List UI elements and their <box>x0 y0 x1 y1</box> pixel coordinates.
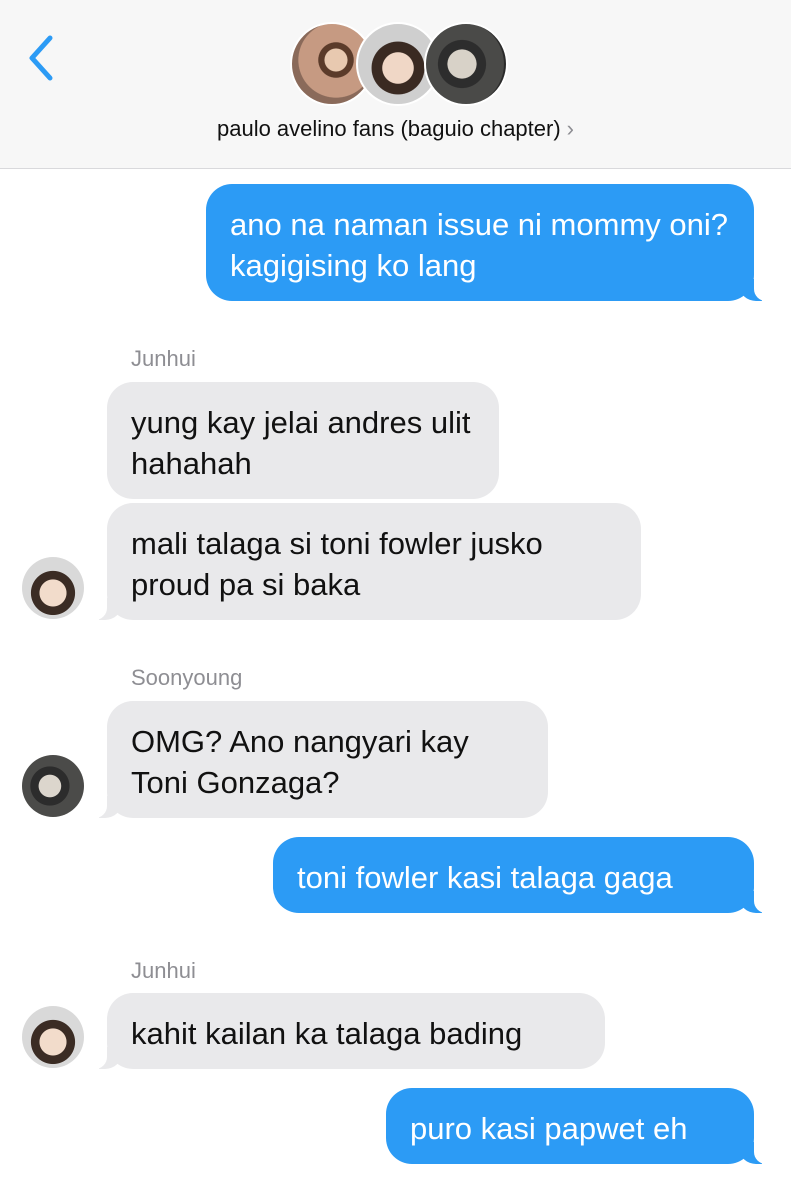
message-bubble-incoming[interactable]: yung kay jelai andres ulit hahahah <box>107 382 499 499</box>
message-text: mali talaga si toni fowler jusko proud p… <box>131 526 543 602</box>
message-text: OMG? Ano nangyari kay Toni Gonzaga? <box>131 724 469 800</box>
message-text: toni fowler kasi talaga gaga <box>297 860 673 895</box>
sender-name: Junhui <box>131 958 196 983</box>
bubble-tail <box>740 1142 772 1164</box>
group-avatars[interactable] <box>290 22 508 108</box>
avatar <box>424 22 508 106</box>
message-text: ano na naman issue ni mommy oni? kagigis… <box>230 207 728 283</box>
message-bubble-outgoing[interactable]: ano na naman issue ni mommy oni? kagigis… <box>206 184 772 301</box>
message-bubble-incoming[interactable]: mali talaga si toni fowler jusko proud p… <box>89 503 641 620</box>
bubble-tail <box>740 279 772 301</box>
avatar[interactable] <box>22 557 84 619</box>
bubble-tail <box>89 796 121 818</box>
sender-name: Soonyoung <box>131 665 243 690</box>
avatar[interactable] <box>22 755 84 817</box>
bubble-tail <box>89 598 121 620</box>
message-text: yung kay jelai andres ulit hahahah <box>131 405 471 481</box>
avatar[interactable] <box>22 1006 84 1068</box>
message-text: puro kasi papwet eh <box>410 1111 688 1146</box>
message-text: kahit kailan ka talaga bading <box>131 1016 523 1051</box>
bubble-tail <box>740 891 772 913</box>
group-name: paulo avelino fans (baguio chapter) <box>216 116 561 141</box>
chevron-right-icon: › <box>566 116 574 141</box>
conversation-header: paulo avelino fans (baguio chapter) › <box>0 0 791 169</box>
message-bubble-outgoing[interactable]: toni fowler kasi talaga gaga <box>273 837 772 913</box>
message-bubble-incoming[interactable]: kahit kailan ka talaga bading <box>89 993 605 1069</box>
message-bubble-incoming[interactable]: OMG? Ano nangyari kay Toni Gonzaga? <box>89 701 548 818</box>
bubble-tail <box>89 1047 121 1069</box>
group-title-button[interactable]: paulo avelino fans (baguio chapter) › <box>0 116 791 142</box>
message-bubble-outgoing[interactable]: puro kasi papwet eh <box>386 1088 772 1164</box>
back-button[interactable] <box>22 30 62 86</box>
sender-name: Junhui <box>131 346 196 371</box>
chevron-left-icon <box>29 35 53 81</box>
